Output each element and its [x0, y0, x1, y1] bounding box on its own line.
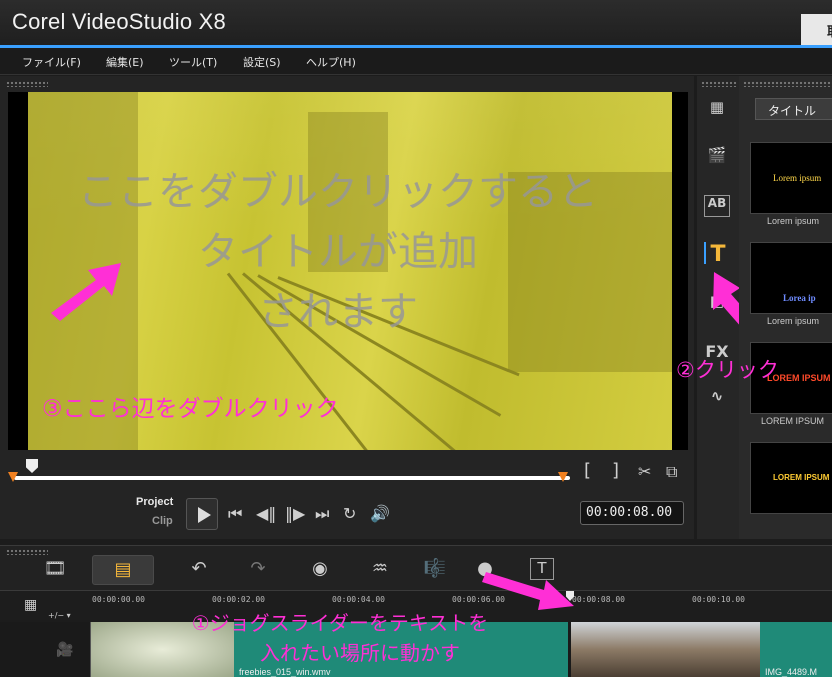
menu-help[interactable]: ヘルプ(H): [306, 54, 356, 70]
auto-music-icon[interactable]: 🎼: [420, 558, 450, 580]
preview-window[interactable]: ここをダブルクリックすると タイトルが追加 されます ③ここら辺をダブルクリック: [8, 92, 688, 450]
title-bar: Corel VideoStudio X8 取: [0, 0, 832, 45]
annotation-line: ①ジョグスライダーをテキストを: [191, 611, 489, 635]
player-panel: ここをダブルクリックすると タイトルが追加 されます ③ここら辺をダブルクリック…: [0, 76, 694, 539]
title-template-preview: Lorem ipsum: [773, 173, 822, 183]
annotation-line: 入れたい場所に動かす: [260, 641, 460, 665]
annotation-arrow-3: [51, 263, 121, 321]
title-template-thumb[interactable]: Lorem ipsum: [750, 142, 832, 214]
play-button[interactable]: [186, 498, 218, 530]
record-capture-icon[interactable]: ◉: [305, 558, 335, 580]
trim-end-marker[interactable]: [558, 472, 568, 482]
timeline-view-icon[interactable]: ▤: [92, 555, 154, 585]
clip-mode-label[interactable]: Clip: [152, 515, 173, 527]
path-icon[interactable]: ∿: [704, 387, 730, 409]
redo-icon[interactable]: ↷: [243, 558, 273, 580]
title-template-label: LOREM IPSUM: [761, 416, 825, 426]
overlay-line: されます: [258, 289, 418, 335]
ruler-tick: 00:00:00.00: [92, 595, 145, 604]
zoom-control-icon[interactable]: +/− ▾: [48, 611, 71, 620]
storyboard-view-icon[interactable]: 🎞: [40, 558, 70, 580]
menu-settings[interactable]: 設定(S): [243, 54, 281, 70]
mark-out-button[interactable]: ]: [612, 460, 619, 481]
overlay-line: タイトルが追加: [198, 229, 478, 275]
annotation-arrow-1: [482, 572, 574, 610]
title-template-label: Lorem ipsum: [767, 216, 820, 226]
video-track-icon: 🎥: [56, 642, 74, 658]
menu-file[interactable]: ファイル(F): [22, 54, 81, 70]
project-mode-label[interactable]: Project: [136, 496, 173, 508]
timeline-toolbar: 🎞 ▤ ↶ ↷ ◉ ♒ 🎼 ● T: [0, 545, 832, 590]
enlarge-icon[interactable]: ⧉: [666, 462, 677, 482]
app-title: Corel VideoStudio X8: [12, 9, 226, 34]
panel-grip[interactable]: [701, 81, 737, 87]
instant-project-icon[interactable]: 🎬: [704, 146, 730, 168]
panel-grip[interactable]: [6, 81, 48, 87]
scrubber-handle[interactable]: [26, 459, 38, 473]
annotation-double-click: ③ここら辺をダブルクリック: [42, 396, 339, 422]
title-template-preview: LOREM IPSUM: [773, 473, 830, 482]
clip-thumbnail: [571, 622, 760, 677]
undo-icon[interactable]: ↶: [184, 558, 214, 580]
timecode-field[interactable]: 00:00:08.00: [580, 501, 684, 525]
menu-edit[interactable]: 編集(E): [106, 54, 144, 70]
capture-tab[interactable]: 取: [801, 14, 832, 45]
library-category-dropdown[interactable]: タイトル: [755, 98, 832, 120]
overlay-line: ここをダブルクリックすると: [78, 169, 598, 215]
end-icon[interactable]: ⏭: [315, 504, 329, 524]
menu-tools[interactable]: ツール(T): [169, 54, 217, 70]
title-icon[interactable]: T: [704, 242, 730, 267]
media-icon[interactable]: ▦: [704, 98, 730, 120]
track-manager-icon[interactable]: ▦: [24, 597, 37, 613]
annotation-click: ②クリック: [676, 358, 779, 382]
title-template-thumb[interactable]: LOREM IPSUM: [750, 442, 832, 514]
mark-in-button[interactable]: [: [584, 460, 591, 481]
app-window: Corel VideoStudio X8 取 ファイル(F) 編集(E) ツール…: [0, 0, 832, 677]
panel-grip[interactable]: [6, 549, 48, 555]
trim-start-marker[interactable]: [8, 472, 18, 482]
volume-icon[interactable]: 🔊: [370, 504, 390, 523]
scrubber-track[interactable]: [14, 476, 570, 480]
clip-label: freebies_015_win.wmv: [239, 667, 331, 677]
title-template-thumb[interactable]: Lorea ip: [750, 242, 832, 314]
clip-label: IMG_4489.M: [765, 667, 818, 677]
previous-frame-icon[interactable]: ◀‖: [256, 504, 276, 523]
split-clip-icon[interactable]: ✂: [638, 462, 651, 481]
ruler-tick: 00:00:04.00: [332, 595, 385, 604]
title-template-label: Lorem ipsum: [767, 316, 820, 326]
sound-mixer-icon[interactable]: ♒: [365, 558, 395, 580]
annotation-jog-slider: ①ジョグスライダーをテキストを 入れたい場所に動かす: [130, 608, 550, 668]
menu-bar: ファイル(F) 編集(E) ツール(T) 設定(S) ヘルプ(H): [0, 48, 832, 75]
panel-grip[interactable]: [743, 81, 832, 87]
home-icon[interactable]: ⏮: [228, 504, 242, 524]
repeat-icon[interactable]: ↻: [343, 504, 356, 523]
transition-icon[interactable]: AB: [704, 195, 730, 217]
ruler-tick: 00:00:02.00: [212, 595, 265, 604]
title-template-preview: Lorea ip: [783, 293, 816, 303]
title-placeholder-text[interactable]: ここをダブルクリックすると タイトルが追加 されます: [38, 162, 638, 342]
ruler-tick: 00:00:10.00: [692, 595, 745, 604]
video-clip[interactable]: IMG_4489.M: [571, 622, 832, 677]
next-frame-icon[interactable]: ‖▶: [285, 504, 305, 523]
